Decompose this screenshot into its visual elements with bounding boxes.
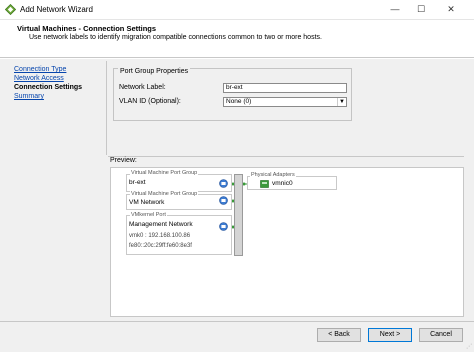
nav-divider xyxy=(106,61,107,155)
port-group-icon xyxy=(219,222,228,231)
physical-adapters-label: Physical Adapters xyxy=(250,172,296,178)
maximize-icon[interactable]: ☐ xyxy=(410,2,432,17)
chevron-down-icon[interactable]: ▼ xyxy=(337,98,346,106)
vmkernel-ipv6: fe80::20c:29ff:fe60:8e3f xyxy=(129,243,192,249)
cancel-button[interactable]: Cancel xyxy=(419,328,463,342)
back-button[interactable]: < Back xyxy=(317,328,361,342)
nav-item-connection-type[interactable]: Connection Type xyxy=(14,65,82,74)
port-group-type-label: Virtual Machine Port Group xyxy=(130,170,199,176)
vsphere-logo-icon xyxy=(5,4,16,15)
nav-item-label[interactable]: Summary xyxy=(14,93,44,100)
page-title: Virtual Machines - Connection Settings xyxy=(17,24,157,33)
nav-item-label[interactable]: Network Access xyxy=(14,75,64,82)
resize-grip-icon[interactable]: ⋰ xyxy=(466,343,472,350)
port-group-properties-legend: Port Group Properties xyxy=(118,68,191,75)
nav-item-connection-settings: Connection Settings xyxy=(14,83,82,92)
vlan-id-select[interactable]: None (0) ▼ xyxy=(223,97,347,107)
physical-adapter-name[interactable]: vmnic0 xyxy=(272,180,293,187)
port-group-name: Management Network xyxy=(129,221,193,228)
vlan-id-label: VLAN ID (Optional): xyxy=(119,98,181,105)
title-bar: Add Network Wizard — ☐ ✕ xyxy=(0,0,474,20)
nic-icon xyxy=(260,180,269,188)
wizard-steps-nav: Connection Type Network Access Connectio… xyxy=(14,65,82,101)
port-group-icon xyxy=(219,179,228,188)
port-group-type-label: Virtual Machine Port Group xyxy=(130,191,199,197)
window-title: Add Network Wizard xyxy=(20,5,93,14)
port-group-name: VM Network xyxy=(129,199,165,206)
wizard-footer: < Back Next > Cancel ⋰ xyxy=(0,322,474,352)
minimize-icon[interactable]: — xyxy=(384,2,406,17)
nav-item-label[interactable]: Connection Type xyxy=(14,66,66,73)
vmkernel-ip: vmk0 : 192.168.100.86 xyxy=(129,233,191,239)
port-group-properties-group xyxy=(113,68,352,121)
nav-item-summary[interactable]: Summary xyxy=(14,92,82,101)
next-button[interactable]: Next > xyxy=(368,328,412,342)
port-group-icon xyxy=(219,196,228,205)
virtual-switch-bar xyxy=(234,174,243,256)
wizard-header: Virtual Machines - Connection Settings U… xyxy=(0,20,474,58)
network-label-label: Network Label: xyxy=(119,84,166,91)
network-label-input[interactable]: br-ext xyxy=(223,83,347,93)
page-subtitle: Use network labels to identify migration… xyxy=(29,34,322,41)
preview-divider xyxy=(108,156,464,157)
port-group-type-label: VMkernel Port xyxy=(130,212,167,218)
nav-item-label: Connection Settings xyxy=(14,84,83,91)
port-group-name: br-ext xyxy=(129,179,146,186)
close-icon[interactable]: ✕ xyxy=(440,2,462,17)
preview-label: Preview: xyxy=(110,157,137,164)
nav-item-network-access[interactable]: Network Access xyxy=(14,74,82,83)
vlan-id-value: None (0) xyxy=(226,98,252,105)
